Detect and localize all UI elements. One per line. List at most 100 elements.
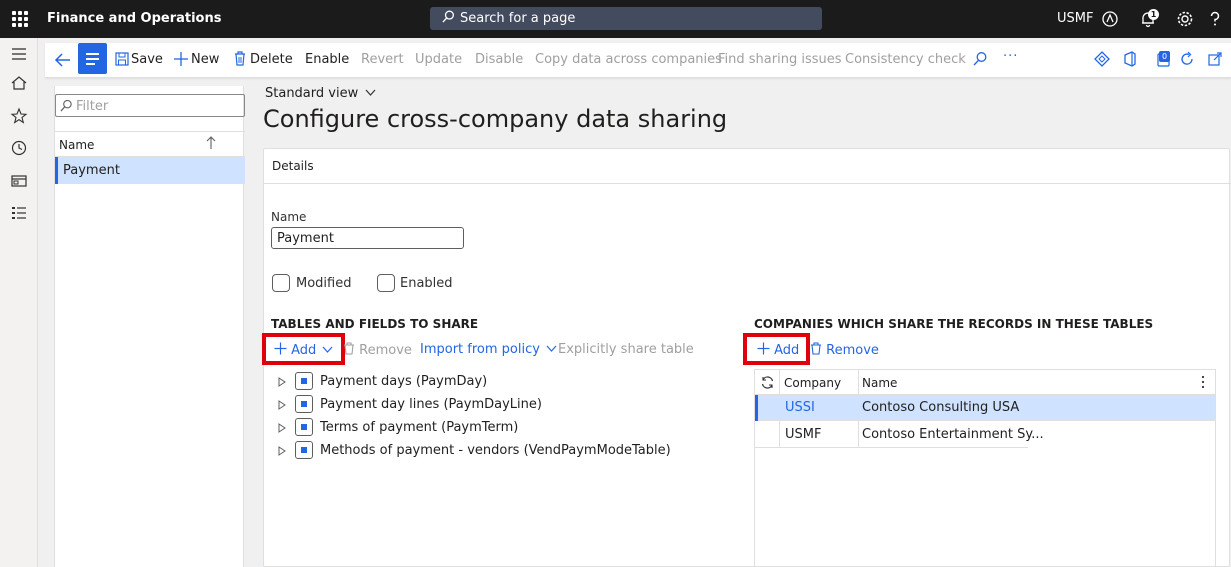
tree-item-checkbox[interactable]: [295, 372, 313, 390]
power-apps-icon[interactable]: [1094, 51, 1110, 67]
list-item[interactable]: Payment: [55, 157, 245, 184]
tree-item-checkbox[interactable]: [295, 395, 313, 413]
chevron-down-icon: [323, 346, 333, 353]
help-icon[interactable]: [1206, 10, 1224, 28]
attachments-button[interactable]: 0: [1156, 51, 1172, 67]
column-header-company[interactable]: Company: [784, 376, 841, 390]
workspaces-icon[interactable]: [10, 172, 28, 190]
more-vertical-icon[interactable]: [1201, 375, 1205, 389]
table-row[interactable]: USSI Contoso Consulting USA: [755, 395, 1215, 421]
top-bar: Finance and Operations Search for a page…: [0, 0, 1231, 38]
app-title: Finance and Operations: [47, 11, 222, 26]
notification-count-badge: 1: [1148, 9, 1159, 20]
import-from-policy-button[interactable]: Import from policy: [420, 342, 557, 357]
name-label: Name: [271, 210, 307, 224]
save-button[interactable]: Save: [131, 52, 163, 67]
import-from-policy-label: Import from policy: [420, 342, 540, 357]
enable-button[interactable]: Enable: [305, 52, 349, 67]
list-item-label: Payment: [63, 163, 120, 178]
tables-section-title: TABLES AND FIELDS TO SHARE: [271, 317, 479, 331]
app-launcher-icon[interactable]: [12, 11, 28, 27]
new-button[interactable]: New: [191, 52, 219, 67]
expand-triangle-icon[interactable]: [278, 377, 286, 387]
chevron-down-icon: [365, 89, 376, 96]
more-options-button[interactable]: ···: [1003, 49, 1018, 64]
companies-section-title: COMPANIES WHICH SHARE THE RECORDS IN THE…: [754, 317, 1154, 331]
action-pane: Save New Delete Enable Revert Update Dis…: [45, 43, 1231, 78]
filter-input[interactable]: Filter: [55, 94, 245, 117]
enabled-checkbox[interactable]: [377, 274, 395, 292]
modified-label: Modified: [296, 276, 352, 291]
save-icon: [115, 52, 129, 66]
cell-company: USMF: [785, 427, 822, 442]
tree-item-checkbox[interactable]: [295, 441, 313, 459]
modules-list-icon[interactable]: [10, 204, 28, 222]
explicitly-share-table-button[interactable]: Explicitly share table: [558, 342, 694, 357]
modified-checkbox[interactable]: [272, 274, 290, 292]
add-table-button[interactable]: Add: [274, 342, 333, 358]
trash-icon: [235, 51, 245, 66]
name-value: Payment: [277, 231, 334, 246]
plus-icon: [757, 342, 770, 355]
company-picker[interactable]: USMF: [1057, 11, 1093, 26]
delete-button[interactable]: Delete: [250, 52, 293, 67]
search-icon: [60, 99, 72, 112]
update-button[interactable]: Update: [415, 52, 462, 67]
gear-icon[interactable]: [1176, 10, 1194, 28]
details-header-label: Details: [272, 159, 314, 173]
view-selector[interactable]: Standard view: [265, 86, 376, 101]
search-icon: [442, 10, 454, 23]
remove-table-label: Remove: [359, 343, 412, 358]
home-icon[interactable]: [10, 74, 28, 92]
remove-table-button[interactable]: Remove: [343, 342, 412, 358]
add-company-label: Add: [774, 343, 800, 358]
table-row[interactable]: USMF Contoso Entertainment Sy...: [755, 422, 1044, 448]
refresh-icon[interactable]: [1179, 51, 1195, 67]
details-header[interactable]: Details: [264, 149, 1231, 184]
expand-triangle-icon[interactable]: [278, 423, 286, 433]
tree-item-label: Methods of payment - vendors (VendPaymMo…: [320, 443, 671, 458]
view-selector-label: Standard view: [265, 86, 359, 101]
search-label: Search for a page: [460, 11, 576, 26]
search-icon[interactable]: [972, 51, 988, 67]
back-arrow-icon[interactable]: [53, 50, 73, 70]
name-field[interactable]: Payment: [271, 227, 464, 249]
hamburger-menu-icon[interactable]: [10, 45, 28, 63]
cell-company: USSI: [785, 400, 815, 415]
clock-icon[interactable]: [10, 139, 28, 157]
grid-header: Company Name: [755, 370, 1215, 395]
page-title: Configure cross-company data sharing: [263, 105, 728, 133]
search-box[interactable]: Search for a page: [430, 7, 822, 30]
consistency-check-button[interactable]: Consistency check: [845, 52, 966, 67]
companies-grid: Company Name USSI Contoso Consulting USA…: [754, 369, 1216, 567]
copy-data-button[interactable]: Copy data across companies: [535, 52, 722, 67]
revert-button[interactable]: Revert: [361, 52, 404, 67]
refresh-icon[interactable]: [760, 375, 775, 390]
open-new-window-icon[interactable]: [1207, 51, 1223, 67]
plus-icon: [274, 342, 287, 355]
list-toggle-button[interactable]: [78, 43, 107, 74]
trash-icon: [811, 342, 821, 355]
notifications-button[interactable]: 1: [1140, 9, 1160, 29]
tree-item-label: Payment day lines (PaymDayLine): [320, 397, 542, 412]
cell-name: Contoso Entertainment Sy...: [862, 427, 1044, 442]
sort-ascending-icon[interactable]: [206, 136, 216, 150]
expand-triangle-icon[interactable]: [278, 446, 286, 456]
plus-icon: [174, 52, 188, 66]
tree-item-checkbox[interactable]: [295, 418, 313, 436]
add-company-button[interactable]: Add: [757, 342, 799, 358]
copilot-icon[interactable]: [1101, 10, 1119, 28]
star-icon[interactable]: [10, 107, 28, 125]
office-icon[interactable]: [1122, 51, 1138, 67]
navigation-rail: [0, 38, 38, 567]
find-sharing-issues-button[interactable]: Find sharing issues: [718, 52, 842, 67]
cell-name: Contoso Consulting USA: [862, 400, 1020, 415]
trash-icon: [344, 342, 354, 355]
list-pane: Filter Name Payment: [54, 86, 245, 567]
column-header-name[interactable]: Name: [862, 376, 897, 390]
expand-triangle-icon[interactable]: [278, 400, 286, 410]
disable-button[interactable]: Disable: [475, 52, 523, 67]
list-header-name[interactable]: Name: [55, 131, 245, 157]
remove-company-label: Remove: [826, 343, 879, 358]
remove-company-button[interactable]: Remove: [810, 342, 879, 358]
